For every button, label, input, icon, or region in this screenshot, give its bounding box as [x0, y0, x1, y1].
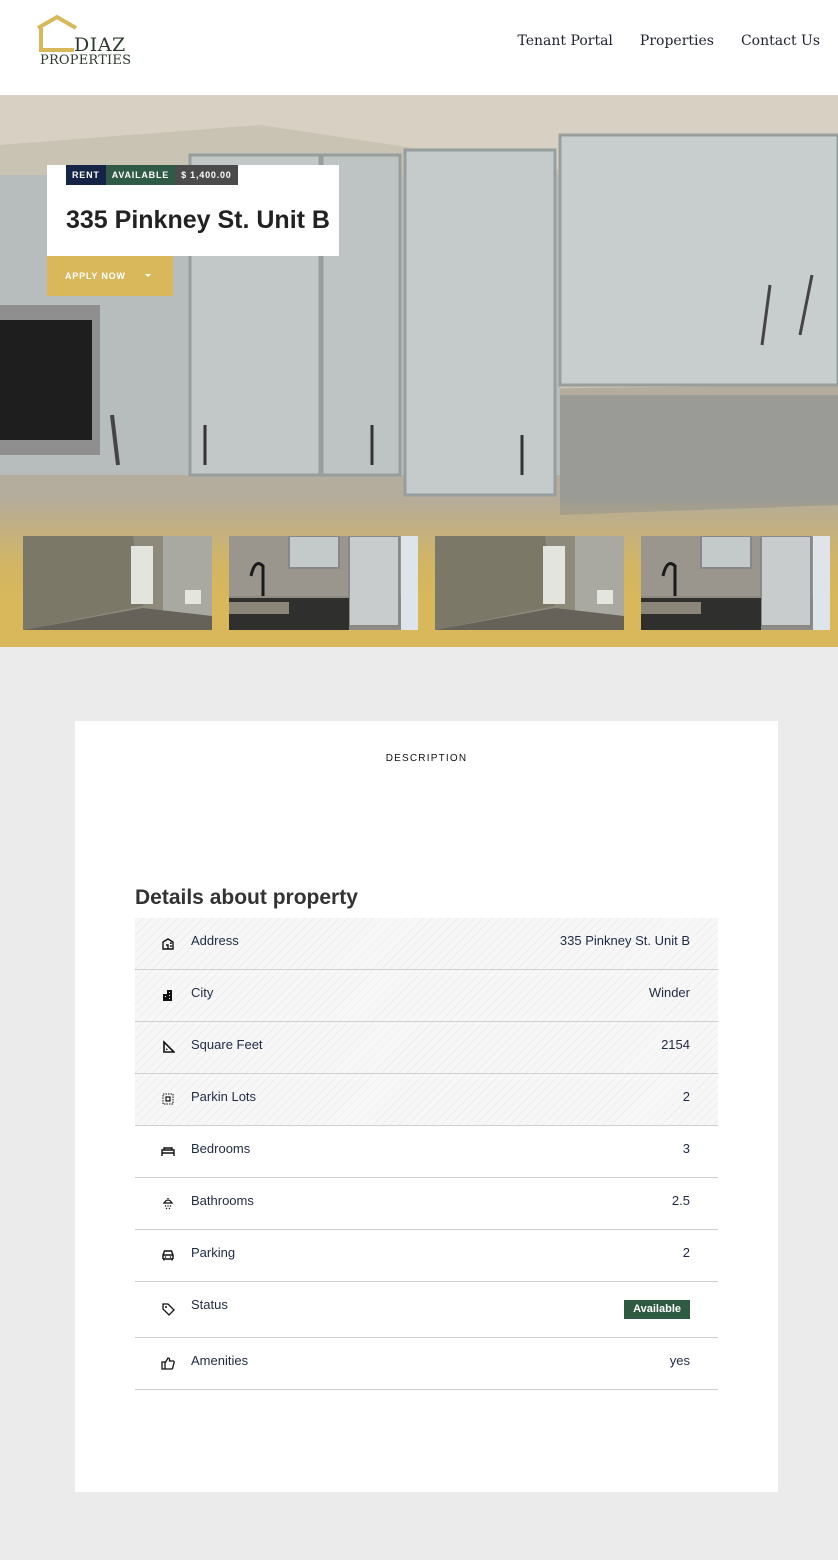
- thumbnail-sink-2[interactable]: [641, 536, 830, 630]
- nav-tenant-portal[interactable]: Tenant Portal: [517, 33, 612, 49]
- property-hero: RENT AVAILABLE $ 1,400.00 335 Pinkney St…: [0, 95, 838, 647]
- detail-value: 2.5: [671, 1193, 690, 1208]
- listing-badges: RENT AVAILABLE $ 1,400.00: [66, 165, 238, 185]
- description-heading: DESCRIPTION: [385, 753, 468, 764]
- nav-contact-us[interactable]: Contact Us: [741, 33, 820, 49]
- car-icon: [162, 1250, 174, 1261]
- diaz-properties-logo[interactable]: DIAZ PROPERTIES: [36, 14, 132, 72]
- parking-lot-icon: [162, 1093, 174, 1105]
- detail-row-amenities: Amenities yes: [135, 1338, 718, 1390]
- thumbnail-hallway[interactable]: [23, 536, 212, 630]
- property-details-card: DESCRIPTION Details about property Addre…: [75, 721, 778, 1492]
- thumbnail-hallway-2[interactable]: [435, 536, 624, 630]
- logo-wordmark-bottom: PROPERTIES: [40, 53, 132, 68]
- price-badge: $ 1,400.00: [175, 165, 238, 185]
- detail-value: 3: [682, 1141, 690, 1156]
- caret-down-icon: [145, 274, 151, 277]
- detail-value: Winder: [648, 985, 690, 1000]
- shower-icon: [162, 1198, 174, 1210]
- photo-thumbnails: [23, 536, 830, 630]
- detail-label: Amenities: [191, 1353, 249, 1368]
- detail-label: Status: [191, 1297, 228, 1312]
- nav-properties[interactable]: Properties: [640, 33, 714, 49]
- hallway-photo: [435, 536, 624, 630]
- tag-icon: [162, 1303, 175, 1316]
- thumbs-up-icon: [161, 1357, 175, 1370]
- apply-now-label: APPLY NOW: [65, 271, 126, 281]
- detail-value: 335 Pinkney St. Unit B: [559, 933, 690, 948]
- detail-value: yes: [669, 1353, 690, 1368]
- detail-row-city: City Winder: [135, 970, 718, 1022]
- detail-label: Parking: [191, 1245, 236, 1260]
- detail-row-bathrooms: Bathrooms 2.5: [135, 1178, 718, 1230]
- detail-value: 2: [682, 1245, 690, 1260]
- detail-row-bedrooms: Bedrooms 3: [135, 1126, 718, 1178]
- detail-row-square-feet: Square Feet 2154: [135, 1022, 718, 1074]
- detail-value: 2: [682, 1089, 690, 1104]
- detail-label: Bathrooms: [191, 1193, 254, 1208]
- details-heading: Details about property: [135, 886, 358, 909]
- ruler-icon: [163, 1040, 175, 1053]
- detail-label: Parkin Lots: [191, 1089, 257, 1104]
- detail-label: Bedrooms: [191, 1141, 251, 1156]
- apply-now-button[interactable]: APPLY NOW: [47, 256, 173, 296]
- detail-value: 2154: [661, 1037, 690, 1052]
- thumbnail-sink[interactable]: [229, 536, 418, 630]
- sink-photo: [641, 536, 830, 630]
- detail-label: City: [191, 985, 214, 1000]
- sink-photo: [229, 536, 418, 630]
- detail-row-parking: Parking 2: [135, 1230, 718, 1282]
- detail-row-status: Status Available: [135, 1282, 718, 1338]
- available-badge: AVAILABLE: [105, 165, 176, 185]
- detail-label: Address: [191, 933, 239, 948]
- status-badge: Available: [624, 1300, 690, 1319]
- details-table: Address 335 Pinkney St. Unit B City Wind…: [135, 918, 718, 1390]
- detail-label: Square Feet: [191, 1037, 263, 1052]
- site-header: DIAZ PROPERTIES Tenant Portal Properties…: [0, 0, 838, 95]
- bed-icon: [161, 1147, 175, 1156]
- building-icon: [162, 938, 174, 950]
- main-nav: Tenant Portal Properties Contact Us: [517, 33, 820, 49]
- detail-row-parkin-lots: Parkin Lots 2: [135, 1074, 718, 1126]
- property-title-card: RENT AVAILABLE $ 1,400.00 335 Pinkney St…: [47, 165, 339, 256]
- rent-badge: RENT: [66, 165, 106, 185]
- hallway-photo: [23, 536, 212, 630]
- detail-row-address: Address 335 Pinkney St. Unit B: [135, 918, 718, 970]
- property-title: 335 Pinkney St. Unit B: [66, 206, 330, 234]
- city-icon: [163, 990, 172, 1001]
